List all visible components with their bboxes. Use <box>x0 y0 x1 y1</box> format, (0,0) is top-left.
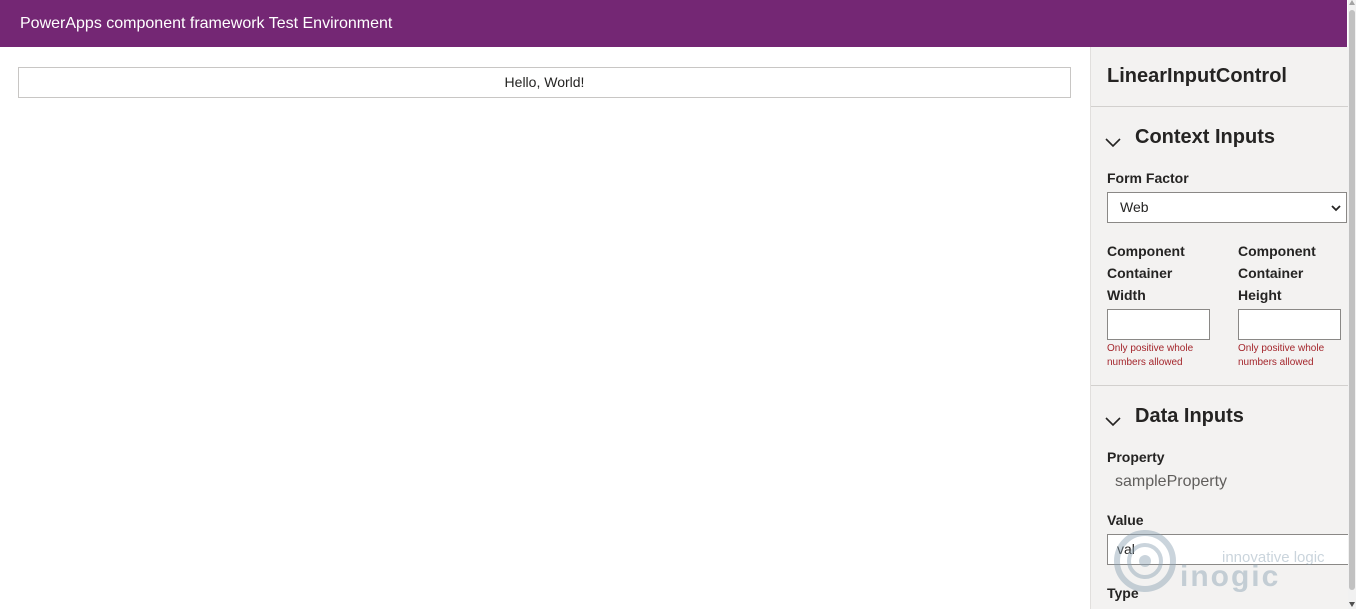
container-width-label: Component Container Width <box>1107 240 1185 306</box>
error-line: Only positive whole <box>1107 343 1194 354</box>
container-height-label: Component Container Height <box>1238 240 1316 306</box>
form-factor-value: Web <box>1120 199 1149 215</box>
form-factor-label: Form Factor <box>1107 170 1189 186</box>
type-label: Type <box>1107 585 1139 601</box>
label-line: Component <box>1238 243 1316 259</box>
section-heading: Context Inputs <box>1135 126 1275 148</box>
height-error-message: Only positive whole numbers allowed <box>1238 342 1348 370</box>
section-heading: Data Inputs <box>1135 405 1244 427</box>
property-label: Property <box>1107 449 1165 465</box>
divider <box>1091 106 1348 107</box>
label-line: Component <box>1107 243 1185 259</box>
form-factor-select[interactable]: Web <box>1107 192 1347 223</box>
value-text: val <box>1117 541 1135 557</box>
divider <box>1091 385 1348 386</box>
data-inputs-header[interactable]: Data Inputs <box>1103 405 1244 428</box>
panel-title: LinearInputControl <box>1107 65 1287 87</box>
control-text: Hello, World! <box>504 74 585 90</box>
width-error-message: Only positive whole numbers allowed <box>1107 342 1217 370</box>
chevron-down-icon <box>1105 416 1121 426</box>
error-line: Only positive whole <box>1238 343 1325 354</box>
context-inputs-header[interactable]: Context Inputs <box>1103 126 1275 149</box>
container-height-input[interactable] <box>1238 309 1341 340</box>
error-line: numbers allowed <box>1238 357 1314 368</box>
label-line: Height <box>1238 287 1282 303</box>
app-title: PowerApps component framework Test Envir… <box>20 15 393 32</box>
linear-input-control[interactable]: Hello, World! <box>18 67 1071 98</box>
chevron-down-icon <box>1331 205 1341 212</box>
vertical-scrollbar[interactable] <box>1348 0 1356 609</box>
property-value: sampleProperty <box>1115 473 1228 490</box>
label-line: Container <box>1107 265 1173 281</box>
scroll-thumb[interactable] <box>1349 10 1355 590</box>
label-line: Width <box>1107 287 1146 303</box>
container-width-input[interactable] <box>1107 309 1210 340</box>
scroll-up-icon[interactable] <box>1349 0 1355 5</box>
scroll-down-icon[interactable] <box>1349 602 1355 607</box>
value-label: Value <box>1107 512 1144 528</box>
chevron-down-icon <box>1105 137 1121 147</box>
label-line: Container <box>1238 265 1304 281</box>
value-input[interactable]: val <box>1107 534 1348 565</box>
properties-panel: LinearInputControl Context Inputs Form F… <box>1090 47 1348 609</box>
error-line: numbers allowed <box>1107 357 1183 368</box>
control-canvas: Hello, World! <box>0 47 1090 609</box>
app-header: PowerApps component framework Test Envir… <box>0 0 1347 47</box>
